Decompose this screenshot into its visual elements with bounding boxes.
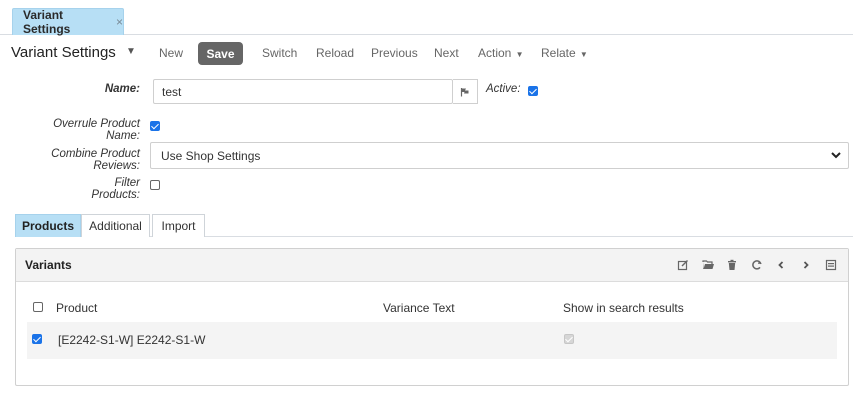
list-icon[interactable]	[824, 258, 838, 272]
show-in-search-checkbox	[564, 334, 574, 344]
active-label: Active:	[486, 83, 521, 95]
refresh-icon[interactable]	[750, 258, 764, 272]
document-tab-variant-settings[interactable]: Variant Settings ×	[12, 8, 124, 36]
switch-button[interactable]: Switch	[262, 46, 297, 60]
filter-products-label: Filter Products:	[91, 177, 140, 201]
name-field[interactable]: test	[153, 79, 453, 104]
product-cell: [E2242-S1-W] E2242-S1-W	[58, 333, 206, 347]
flag-icon	[460, 87, 469, 96]
relate-menu-button[interactable]: Relate ▼	[541, 46, 588, 60]
relate-menu-label: Relate	[541, 46, 576, 60]
column-header-product[interactable]: Product	[56, 301, 97, 315]
toolbar: Variant Settings ▼ New Save Switch Reloa…	[0, 40, 853, 68]
action-menu-label: Action	[478, 46, 512, 60]
chevron-down-icon: ▼	[577, 50, 588, 59]
combine-product-reviews-label: Combine Product Reviews:	[51, 148, 140, 172]
next-button[interactable]: Next	[434, 46, 459, 60]
filter-products-checkbox[interactable]	[150, 180, 160, 190]
chevron-right-icon[interactable]	[799, 258, 813, 272]
action-menu-button[interactable]: Action ▼	[478, 46, 524, 60]
document-tab-label: Variant Settings	[23, 8, 71, 36]
active-checkbox[interactable]	[528, 86, 538, 96]
variants-panel-title: Variants	[25, 258, 72, 272]
close-icon[interactable]: ×	[116, 15, 123, 29]
document-tab-strip: Variant Settings ×	[0, 0, 853, 36]
detail-tabs: Products Additional Import	[15, 214, 853, 237]
chevron-down-icon: ▼	[513, 50, 524, 59]
chevron-left-icon[interactable]	[774, 258, 788, 272]
name-label: Name:	[104, 83, 140, 95]
variants-panel: Variants Product Variance Text Show in s…	[15, 248, 849, 386]
chevron-down-icon	[831, 152, 841, 159]
edit-icon[interactable]	[676, 258, 690, 272]
tab-import[interactable]: Import	[152, 214, 205, 237]
column-header-variance-text[interactable]: Variance Text	[383, 301, 455, 315]
tab-additional[interactable]: Additional	[81, 214, 150, 237]
trash-icon[interactable]	[725, 258, 739, 272]
reload-button[interactable]: Reload	[316, 46, 354, 60]
select-all-checkbox[interactable]	[33, 302, 43, 312]
folder-open-icon[interactable]	[701, 258, 715, 272]
overrule-product-name-checkbox[interactable]	[150, 121, 160, 131]
page-title: Variant Settings	[11, 44, 116, 61]
title-dropdown-caret-icon[interactable]: ▼	[126, 46, 136, 57]
new-button[interactable]: New	[159, 46, 183, 60]
tab-products[interactable]: Products	[15, 214, 81, 237]
column-header-show-in-search-results[interactable]: Show in search results	[563, 301, 684, 315]
previous-button[interactable]: Previous	[371, 46, 418, 60]
table-row[interactable]: [E2242-S1-W] E2242-S1-W	[27, 322, 837, 359]
translate-flag-button[interactable]	[453, 79, 478, 104]
save-button[interactable]: Save	[198, 42, 243, 65]
overrule-product-name-label: Overrule Product Name:	[53, 118, 140, 142]
variants-panel-header: Variants	[16, 249, 848, 282]
combine-product-reviews-value: Use Shop Settings	[161, 148, 261, 163]
row-select-checkbox[interactable]	[32, 334, 42, 344]
combine-product-reviews-select[interactable]: Use Shop Settings	[150, 142, 849, 169]
